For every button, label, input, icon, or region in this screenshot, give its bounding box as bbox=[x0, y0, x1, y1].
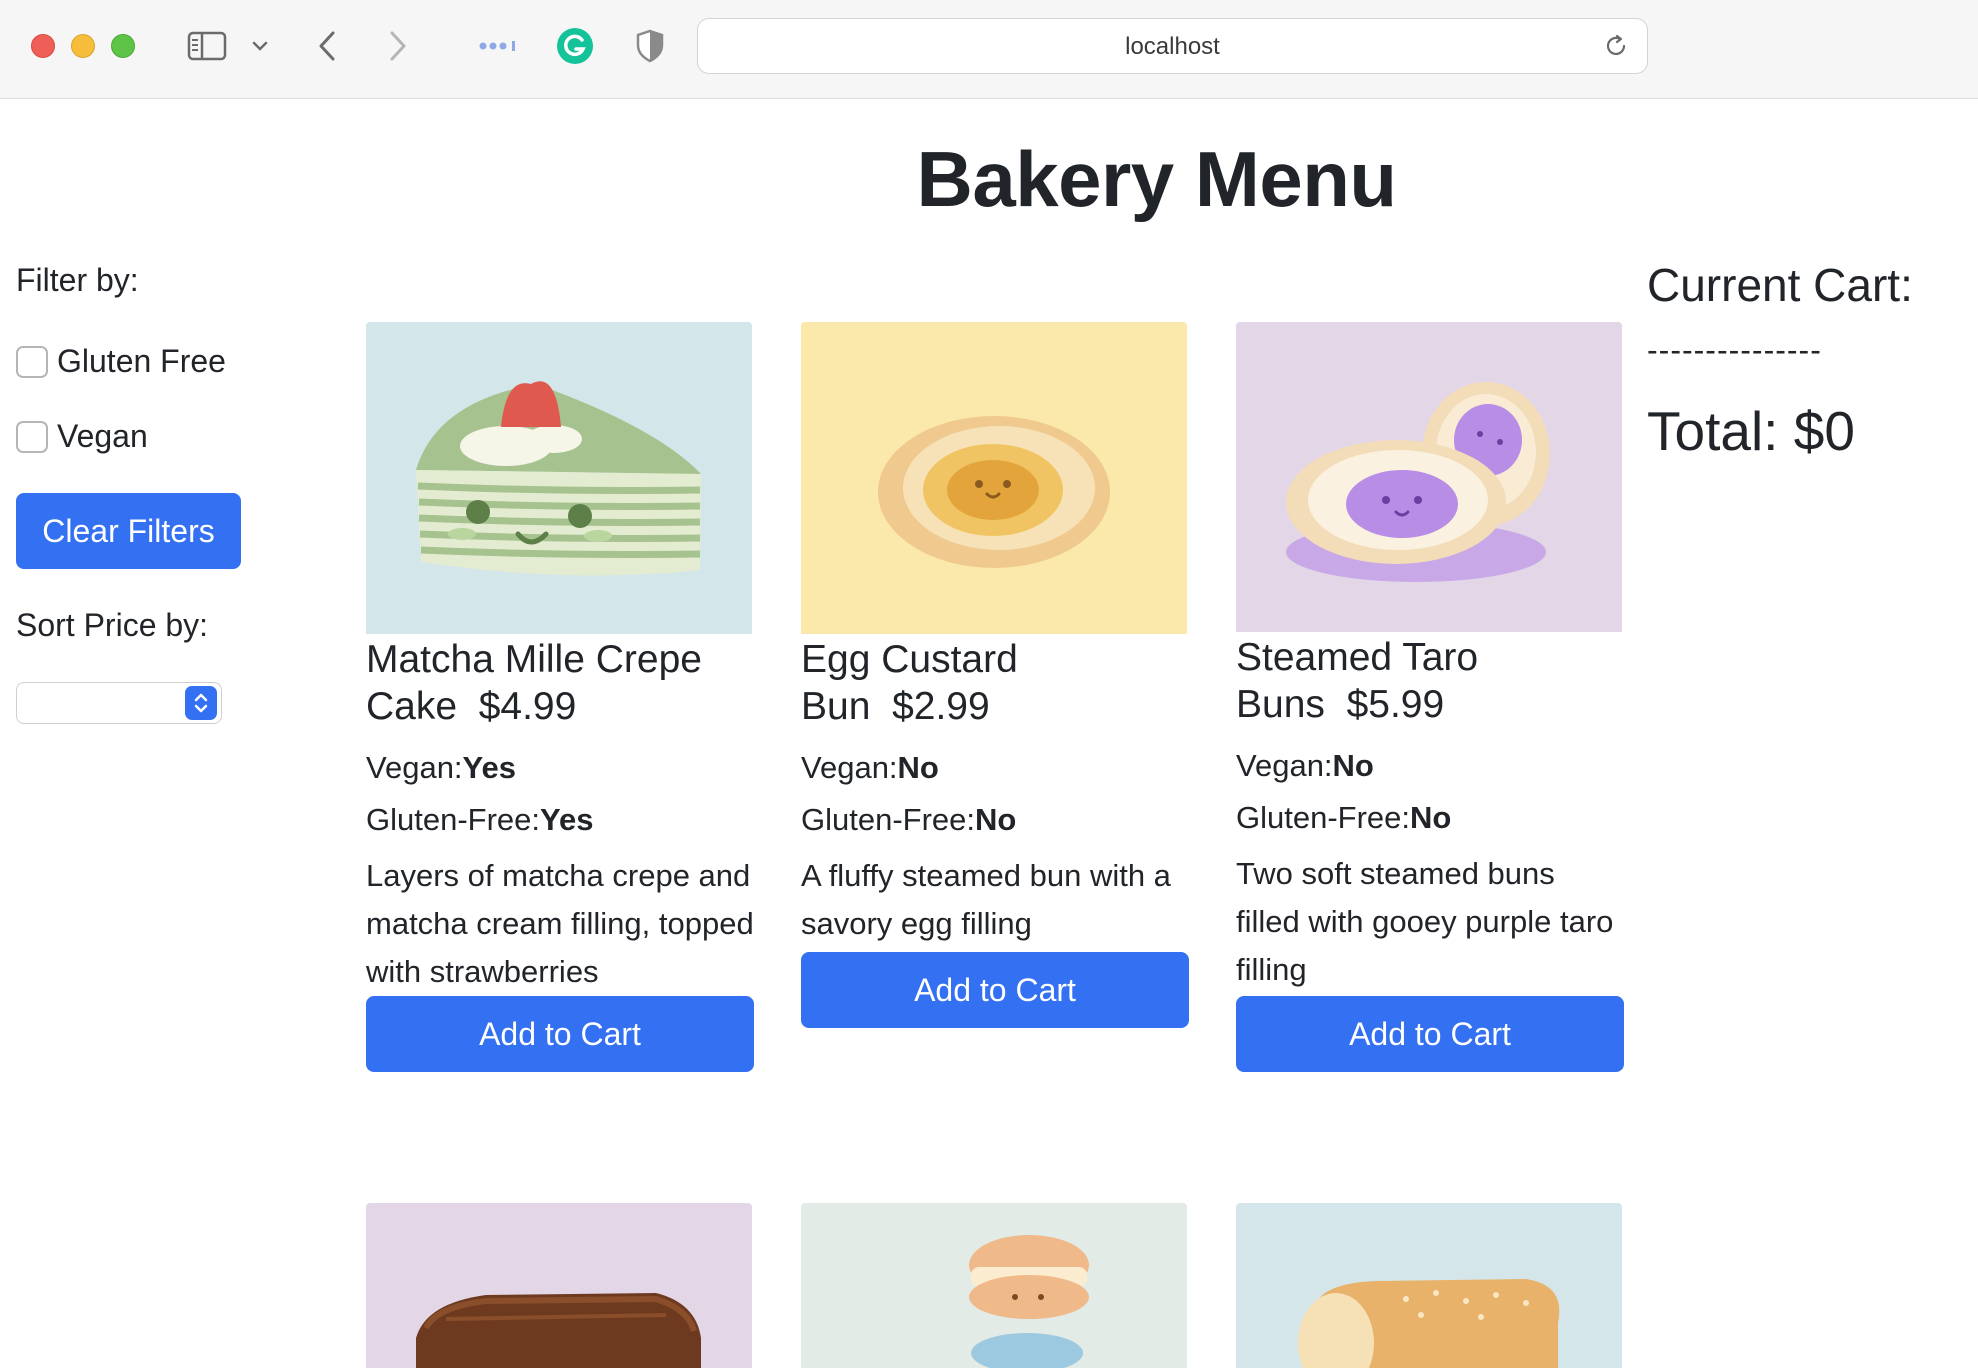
product-description: Two soft steamed buns filled with gooey … bbox=[1236, 856, 1614, 987]
macaron-image bbox=[801, 1203, 1187, 1368]
vegan-label: Vegan bbox=[57, 418, 148, 454]
add-to-cart-button[interactable]: Add to Cart bbox=[801, 952, 1189, 1028]
vegan-info-label: Vegan: bbox=[801, 750, 898, 785]
product-card bbox=[366, 1203, 754, 1368]
vegan-value: No bbox=[1332, 748, 1374, 783]
vegan-value: No bbox=[897, 750, 939, 785]
gluten-free-value: Yes bbox=[540, 802, 594, 837]
vegan-value: Yes bbox=[462, 750, 516, 785]
close-window-button[interactable] bbox=[31, 34, 55, 58]
brownie-image bbox=[366, 1203, 752, 1368]
add-to-cart-button[interactable]: Add to Cart bbox=[1236, 996, 1624, 1072]
page-title: Bakery Menu bbox=[916, 135, 1397, 223]
address-bar[interactable]: localhost bbox=[697, 18, 1648, 74]
reload-icon[interactable] bbox=[1603, 33, 1629, 64]
clear-filters-button[interactable]: Clear Filters bbox=[16, 493, 241, 569]
egg-custard-bun-image bbox=[801, 322, 1187, 634]
forward-icon[interactable] bbox=[383, 26, 413, 66]
shield-icon[interactable] bbox=[632, 26, 668, 66]
product-title: Egg Custard Bun $2.99 bbox=[801, 636, 1189, 730]
product-price: $2.99 bbox=[892, 685, 990, 728]
gluten-free-info: Gluten-Free:No bbox=[1236, 800, 1624, 836]
vegan-info: Vegan:Yes bbox=[366, 750, 754, 786]
product-description: Layers of matcha crepe and matcha cream … bbox=[366, 858, 754, 989]
matcha-crepe-cake-image bbox=[366, 322, 752, 634]
select-arrows-icon bbox=[185, 686, 217, 720]
vegan-info-label: Vegan: bbox=[366, 750, 463, 785]
gluten-free-info: Gluten-Free:No bbox=[801, 802, 1189, 838]
address-text: localhost bbox=[1125, 33, 1220, 60]
add-to-cart-button[interactable]: Add to Cart bbox=[366, 996, 754, 1072]
cart-total: Total: $0 bbox=[1647, 400, 1855, 462]
product-description: A fluffy steamed bun with a savory egg f… bbox=[801, 858, 1171, 941]
product-price: $4.99 bbox=[478, 685, 577, 728]
gluten-free-value: No bbox=[975, 802, 1017, 837]
chevron-down-icon[interactable] bbox=[248, 26, 272, 66]
vegan-checkbox[interactable] bbox=[16, 420, 48, 453]
filter-heading: Filter by: bbox=[16, 262, 139, 298]
cart-panel: Current Cart: --------------- Total: $0 bbox=[1647, 258, 1967, 463]
gluten-free-info-label: Gluten-Free: bbox=[366, 802, 541, 837]
gluten-free-value: No bbox=[1410, 800, 1452, 835]
filter-sidebar: Filter by: Gluten Free Vegan Clear Filte… bbox=[16, 262, 296, 724]
sidebar-toggle-icon[interactable] bbox=[186, 26, 228, 66]
grammarly-icon[interactable] bbox=[555, 26, 595, 66]
cart-heading: Current Cart: bbox=[1647, 259, 1913, 311]
bread-loaf-image bbox=[1236, 1203, 1622, 1368]
extension-dots-icon[interactable] bbox=[478, 26, 522, 66]
browser-toolbar: localhost bbox=[0, 0, 1978, 99]
sort-heading: Sort Price by: bbox=[16, 607, 209, 643]
product-card: Steamed Taro Buns $5.99 Vegan:No Gluten-… bbox=[1236, 322, 1624, 1072]
sort-price-select[interactable] bbox=[16, 682, 222, 724]
product-price: $5.99 bbox=[1346, 683, 1445, 726]
zoom-window-button[interactable] bbox=[111, 34, 135, 58]
cart-divider: --------------- bbox=[1647, 332, 1822, 368]
vegan-info: Vegan:No bbox=[1236, 748, 1624, 784]
gluten-free-info-label: Gluten-Free: bbox=[801, 802, 976, 837]
gluten-free-info: Gluten-Free:Yes bbox=[366, 802, 754, 838]
gluten-free-info-label: Gluten-Free: bbox=[1236, 800, 1411, 835]
minimize-window-button[interactable] bbox=[71, 34, 95, 58]
gluten-free-checkbox[interactable] bbox=[16, 345, 48, 378]
product-card bbox=[801, 1203, 1189, 1368]
vegan-info: Vegan:No bbox=[801, 750, 1189, 786]
gluten-free-filter[interactable]: Gluten Free bbox=[16, 343, 296, 380]
gluten-free-label: Gluten Free bbox=[57, 343, 226, 379]
back-icon[interactable] bbox=[312, 26, 342, 66]
product-title: Matcha Mille Crepe Cake $4.99 bbox=[366, 636, 754, 730]
vegan-filter[interactable]: Vegan bbox=[16, 418, 296, 455]
steamed-taro-buns-image bbox=[1236, 322, 1622, 632]
product-card: Egg Custard Bun $2.99 Vegan:No Gluten-Fr… bbox=[801, 322, 1189, 1028]
product-card bbox=[1236, 1203, 1624, 1368]
vegan-info-label: Vegan: bbox=[1236, 748, 1333, 783]
product-title: Steamed Taro Buns $5.99 bbox=[1236, 634, 1624, 728]
product-card: Matcha Mille Crepe Cake $4.99 Vegan:Yes … bbox=[366, 322, 754, 1072]
